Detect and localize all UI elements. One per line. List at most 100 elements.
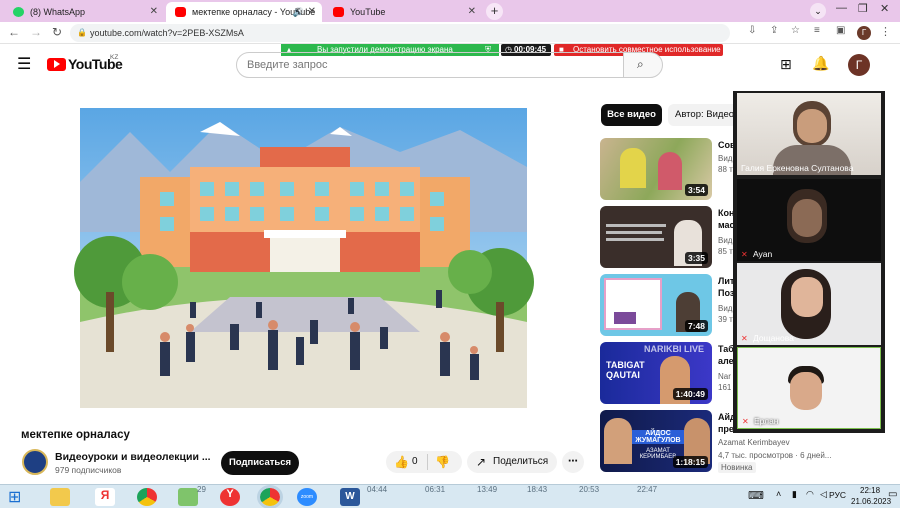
- list-item[interactable]: 3:35 Кон мас Вид 85 т: [600, 206, 734, 268]
- like-dislike-group: 👍 0 👎: [386, 451, 462, 473]
- list-item[interactable]: 7:48 Лит Поз Вид 39 т: [600, 274, 734, 336]
- more-actions-button[interactable]: ⋯: [562, 451, 584, 473]
- tab-whatsapp[interactable]: (8) WhatsApp ✕: [4, 2, 164, 22]
- video-title[interactable]: Сов: [718, 140, 734, 150]
- keyboard-icon[interactable]: ⌨: [748, 489, 764, 502]
- chevron-down-icon[interactable]: ⌄: [810, 3, 826, 19]
- language-indicator[interactable]: РУС: [829, 490, 846, 500]
- muted-mic-icon: ✕: [742, 417, 749, 426]
- participant-tile[interactable]: Дощанова ✕: [737, 263, 881, 345]
- search-input[interactable]: Введите запрос: [236, 52, 624, 78]
- url-text: youtube.com/watch?v=2PEB-XSZMsA: [90, 28, 244, 38]
- zoom-gallery: Галия Еркеновна Султанова Ayan ✕ Дощанов…: [733, 91, 885, 433]
- tab-label: (8) WhatsApp: [30, 7, 86, 17]
- timeline-mark: 22:47: [637, 485, 658, 494]
- hamburger-menu-icon[interactable]: ☰: [17, 54, 31, 74]
- video-frame-illustration: [74, 108, 534, 408]
- video-thumbnail[interactable]: 3:54: [600, 138, 712, 200]
- participant-name: Галия Еркеновна Султанова: [741, 163, 854, 173]
- minimize-icon[interactable]: —: [836, 2, 847, 14]
- like-count: 0: [412, 456, 418, 467]
- video-thumbnail[interactable]: 3:35: [600, 206, 712, 268]
- wifi-icon[interactable]: ◠: [806, 489, 814, 500]
- thumbnail-text: АЙДОС ЖУМАГУЛОВ: [632, 430, 684, 444]
- lock-icon: 🔒: [77, 28, 87, 37]
- address-bar[interactable]: 🔒 youtube.com/watch?v=2PEB-XSZMsA: [70, 24, 730, 42]
- windows-start-icon[interactable]: ⊞: [8, 487, 21, 507]
- youtube-icon: [175, 7, 186, 17]
- video-views: 39 т: [718, 315, 733, 324]
- battery-icon[interactable]: ▮: [792, 489, 797, 500]
- video-duration: 1:18:15: [672, 456, 708, 468]
- profile-avatar[interactable]: Г: [857, 26, 871, 40]
- subscriber-count: 979 подписчиков: [55, 465, 122, 475]
- forward-icon[interactable]: →: [30, 25, 42, 39]
- restore-icon[interactable]: ❐: [858, 2, 868, 15]
- youtube-logo-icon[interactable]: [47, 58, 66, 71]
- video-title[interactable]: Таб: [718, 344, 734, 354]
- clock-time[interactable]: 22:18: [860, 486, 880, 495]
- dislike-icon[interactable]: 👎: [435, 451, 450, 473]
- list-item[interactable]: АЙДОС ЖУМАГУЛОВ АЗАМАТ КЕРИМБАЕВ 1:18:15…: [600, 410, 734, 472]
- video-title-line2[interactable]: пре: [718, 424, 734, 434]
- channel-name[interactable]: Видеоуроки и видеолекции ...: [55, 451, 211, 463]
- participant-tile[interactable]: Галия Еркеновна Султанова: [737, 93, 881, 175]
- chevron-up-icon[interactable]: ˄: [776, 489, 781, 499]
- tab-youtube[interactable]: YouTube ✕: [324, 2, 482, 22]
- participant-name: Дощанова: [753, 333, 794, 343]
- share-icon[interactable]: ⇪: [770, 25, 778, 36]
- channel-avatar[interactable]: [22, 449, 48, 475]
- video-channel: Nar: [718, 372, 731, 381]
- reload-icon[interactable]: ↻: [52, 25, 62, 39]
- video-title[interactable]: Айд: [718, 412, 734, 422]
- avatar[interactable]: Г: [848, 54, 870, 76]
- video-duration: 3:35: [684, 252, 708, 264]
- subscribe-button[interactable]: Подписаться: [221, 451, 299, 475]
- star-icon[interactable]: ☆: [791, 25, 800, 36]
- photos-icon[interactable]: [178, 488, 198, 506]
- video-title[interactable]: Кон: [718, 208, 734, 218]
- search-button[interactable]: ⌕: [623, 52, 663, 78]
- install-icon[interactable]: ⇩: [748, 25, 756, 36]
- muted-mic-icon: ✕: [741, 334, 748, 343]
- video-title-line2[interactable]: але: [718, 356, 734, 366]
- file-explorer-icon[interactable]: [50, 488, 70, 506]
- video-player[interactable]: [0, 92, 590, 422]
- close-icon[interactable]: ✕: [308, 2, 316, 22]
- clock-date[interactable]: 21.06.2023: [851, 497, 891, 506]
- notification-bell-icon[interactable]: 🔔: [812, 55, 829, 72]
- speaker-icon[interactable]: 🔊: [293, 2, 304, 22]
- muted-mic-icon: ✕: [741, 250, 748, 259]
- video-channel: Вид: [718, 304, 733, 313]
- search-icon: ⌕: [637, 57, 644, 71]
- tab-current-video[interactable]: мектепке орналасу - YouTube 🔊 ✕: [166, 2, 322, 22]
- volume-icon[interactable]: ◁: [820, 489, 827, 500]
- video-thumbnail[interactable]: NARIKBI LIVE TABIGAT QAUTAI 1:40:49: [600, 342, 712, 404]
- video-title[interactable]: Лит: [718, 276, 734, 286]
- yandex-icon[interactable]: Я: [95, 488, 115, 506]
- extensions-icon[interactable]: ≡: [814, 25, 820, 36]
- close-icon[interactable]: ✕: [468, 2, 476, 22]
- share-button[interactable]: ↗ Поделиться: [467, 451, 557, 473]
- video-thumbnail[interactable]: 7:48: [600, 274, 712, 336]
- back-icon[interactable]: ←: [8, 25, 20, 39]
- new-tab-button[interactable]: +: [486, 3, 503, 20]
- video-title-line2[interactable]: Поз: [718, 288, 734, 298]
- share-label: Поделиться: [493, 456, 549, 467]
- create-icon[interactable]: ⊞: [780, 56, 792, 73]
- list-item[interactable]: NARIKBI LIVE TABIGAT QAUTAI 1:40:49 Таб …: [600, 342, 734, 404]
- list-item[interactable]: 3:54 Сов Вид 88 т: [600, 138, 734, 200]
- close-window-icon[interactable]: ✕: [880, 2, 889, 15]
- close-icon[interactable]: ✕: [150, 2, 158, 22]
- menu-icon[interactable]: ⋮: [880, 25, 891, 38]
- chrome-icon[interactable]: [137, 488, 157, 506]
- video-thumbnail[interactable]: АЙДОС ЖУМАГУЛОВ АЗАМАТ КЕРИМБАЕВ 1:18:15: [600, 410, 712, 472]
- like-icon[interactable]: 👍: [394, 451, 409, 473]
- youtube-icon: [333, 7, 344, 17]
- sidepanel-icon[interactable]: ▣: [836, 25, 845, 36]
- video-title-line2[interactable]: мас: [718, 220, 734, 230]
- participant-tile[interactable]: Ерлан ✕: [737, 347, 881, 429]
- participant-tile[interactable]: Ayan ✕: [737, 179, 881, 261]
- notifications-icon[interactable]: ▭: [888, 489, 897, 500]
- video-duration: 7:48: [684, 320, 708, 332]
